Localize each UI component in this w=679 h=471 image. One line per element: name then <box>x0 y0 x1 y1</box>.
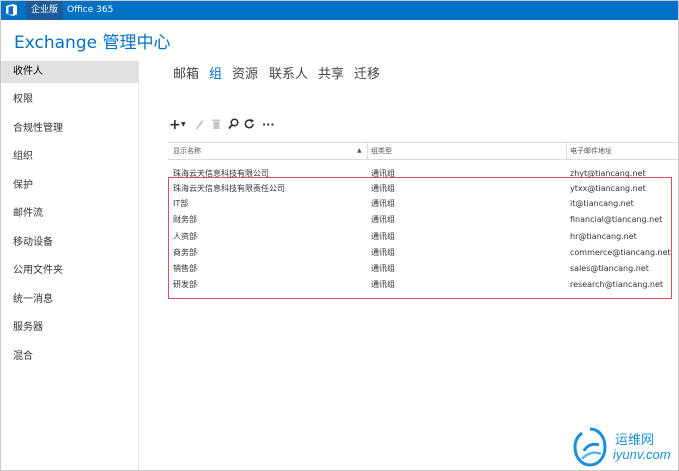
cell-group-type: 通讯组 <box>371 169 395 178</box>
cell-display-name: 销售部 <box>173 264 197 273</box>
office-logo-icon[interactable] <box>6 4 17 16</box>
sidebar-item-mail-flow[interactable]: 邮件流 <box>1 203 138 225</box>
tab-groups[interactable]: 组 <box>209 63 222 82</box>
cell-group-type: 通讯组 <box>371 184 395 193</box>
delete-icon[interactable] <box>212 118 221 130</box>
sidebar-item-unified-messaging[interactable]: 统一消息 <box>1 289 138 311</box>
sidebar-item-mobile[interactable]: 移动设备 <box>1 232 138 254</box>
grid-header: 显示名称 ▲ 组类型 电子邮件地址 <box>168 142 678 160</box>
sort-ascending-icon[interactable]: ▲ <box>357 143 362 159</box>
tab-mailboxes[interactable]: 邮箱 <box>173 63 199 82</box>
sidebar-item-protection[interactable]: 保护 <box>1 175 138 197</box>
tab-contacts[interactable]: 联系人 <box>269 63 308 82</box>
table-row[interactable]: 财务部 通讯组 financial@tiancang.net <box>168 212 678 227</box>
table-row[interactable]: 人资部 通讯组 hr@tiancang.net <box>168 229 678 244</box>
column-header-email[interactable]: 电子邮件地址 <box>570 143 612 159</box>
watermark-logo-icon <box>573 427 607 467</box>
cell-display-name: 研发部 <box>173 280 197 289</box>
tab-sharing[interactable]: 共享 <box>318 63 344 82</box>
cell-display-name: 商务部 <box>173 248 197 257</box>
edit-icon[interactable] <box>194 118 204 130</box>
column-header-group-type[interactable]: 组类型 <box>371 143 392 159</box>
column-separator[interactable] <box>566 143 567 159</box>
column-header-display-name[interactable]: 显示名称 <box>173 143 201 159</box>
dropdown-caret-icon[interactable]: ▼ <box>181 118 186 132</box>
column-separator[interactable] <box>367 143 368 159</box>
cell-email: it@tiancang.net <box>570 199 634 208</box>
cell-display-name: 财务部 <box>173 215 197 224</box>
cell-group-type: 通讯组 <box>371 232 395 241</box>
sidebar-item-servers[interactable]: 服务器 <box>1 317 138 339</box>
cell-email: financial@tiancang.net <box>570 215 663 224</box>
sidebar-item-organization[interactable]: 组织 <box>1 146 138 168</box>
cell-email: research@tiancang.net <box>570 280 664 289</box>
cell-group-type: 通讯组 <box>371 248 395 257</box>
cell-group-type: 通讯组 <box>371 215 395 224</box>
table-row[interactable]: 珠海云天信息科技有限公司 通讯组 zhyt@tiancang.net <box>168 166 678 181</box>
watermark-en-text: iyunv.com <box>613 447 671 462</box>
sidebar-item-permissions[interactable]: 权限 <box>1 89 138 111</box>
search-icon[interactable] <box>228 118 239 130</box>
tab-migration[interactable]: 迁移 <box>354 63 380 82</box>
cell-group-type: 通讯组 <box>371 199 395 208</box>
table-row[interactable]: 研发部 通讯组 research@tiancang.net <box>168 277 678 292</box>
refresh-icon[interactable] <box>244 118 255 130</box>
top-bar: 企业版 Office 365 <box>1 1 678 20</box>
sidebar-item-compliance[interactable]: 合规性管理 <box>1 118 138 140</box>
tab-resources[interactable]: 资源 <box>232 63 258 82</box>
cell-display-name: 人资部 <box>173 232 197 241</box>
sidebar-item-public-folders[interactable]: 公用文件夹 <box>1 260 138 282</box>
sidebar-item-hybrid[interactable]: 混合 <box>1 346 138 368</box>
table-row[interactable]: 销售部 通讯组 sales@tiancang.net <box>168 261 678 276</box>
table-row[interactable]: 珠海云天信息科技有限责任公司 通讯组 ytxx@tiancang.net <box>168 181 678 196</box>
cell-display-name: IT部 <box>173 199 189 208</box>
table-row[interactable]: IT部 通讯组 it@tiancang.net <box>168 196 678 211</box>
cell-display-name: 珠海云天信息科技有限公司 <box>173 169 269 178</box>
app-window: 企业版 Office 365 Exchange 管理中心 收件人 权限 合规性管… <box>0 0 679 471</box>
cell-display-name: 珠海云天信息科技有限责任公司 <box>173 184 285 193</box>
cell-email: zhyt@tiancang.net <box>570 169 646 178</box>
cell-email: ytxx@tiancang.net <box>570 184 646 193</box>
add-icon[interactable]: + <box>169 118 181 132</box>
more-icon[interactable]: ··· <box>262 118 275 132</box>
table-row[interactable]: 商务部 通讯组 commerce@tiancang.net <box>168 245 678 260</box>
sidebar: 收件人 权限 合规性管理 组织 保护 邮件流 移动设备 公用文件夹 统一消息 服… <box>1 61 139 470</box>
topbar-office365-link[interactable]: Office 365 <box>67 1 113 20</box>
watermark: 运维网 iyunv.com <box>573 425 678 470</box>
cell-group-type: 通讯组 <box>371 280 395 289</box>
cell-email: commerce@tiancang.net <box>570 248 671 257</box>
page-title: Exchange 管理中心 <box>14 33 171 53</box>
sidebar-item-recipients[interactable]: 收件人 <box>1 61 138 83</box>
cell-group-type: 通讯组 <box>371 264 395 273</box>
cell-email: sales@tiancang.net <box>570 264 649 273</box>
watermark-cn-text: 运维网 <box>615 433 655 448</box>
topbar-edition-link[interactable]: 企业版 <box>26 1 64 20</box>
cell-email: hr@tiancang.net <box>570 232 637 241</box>
